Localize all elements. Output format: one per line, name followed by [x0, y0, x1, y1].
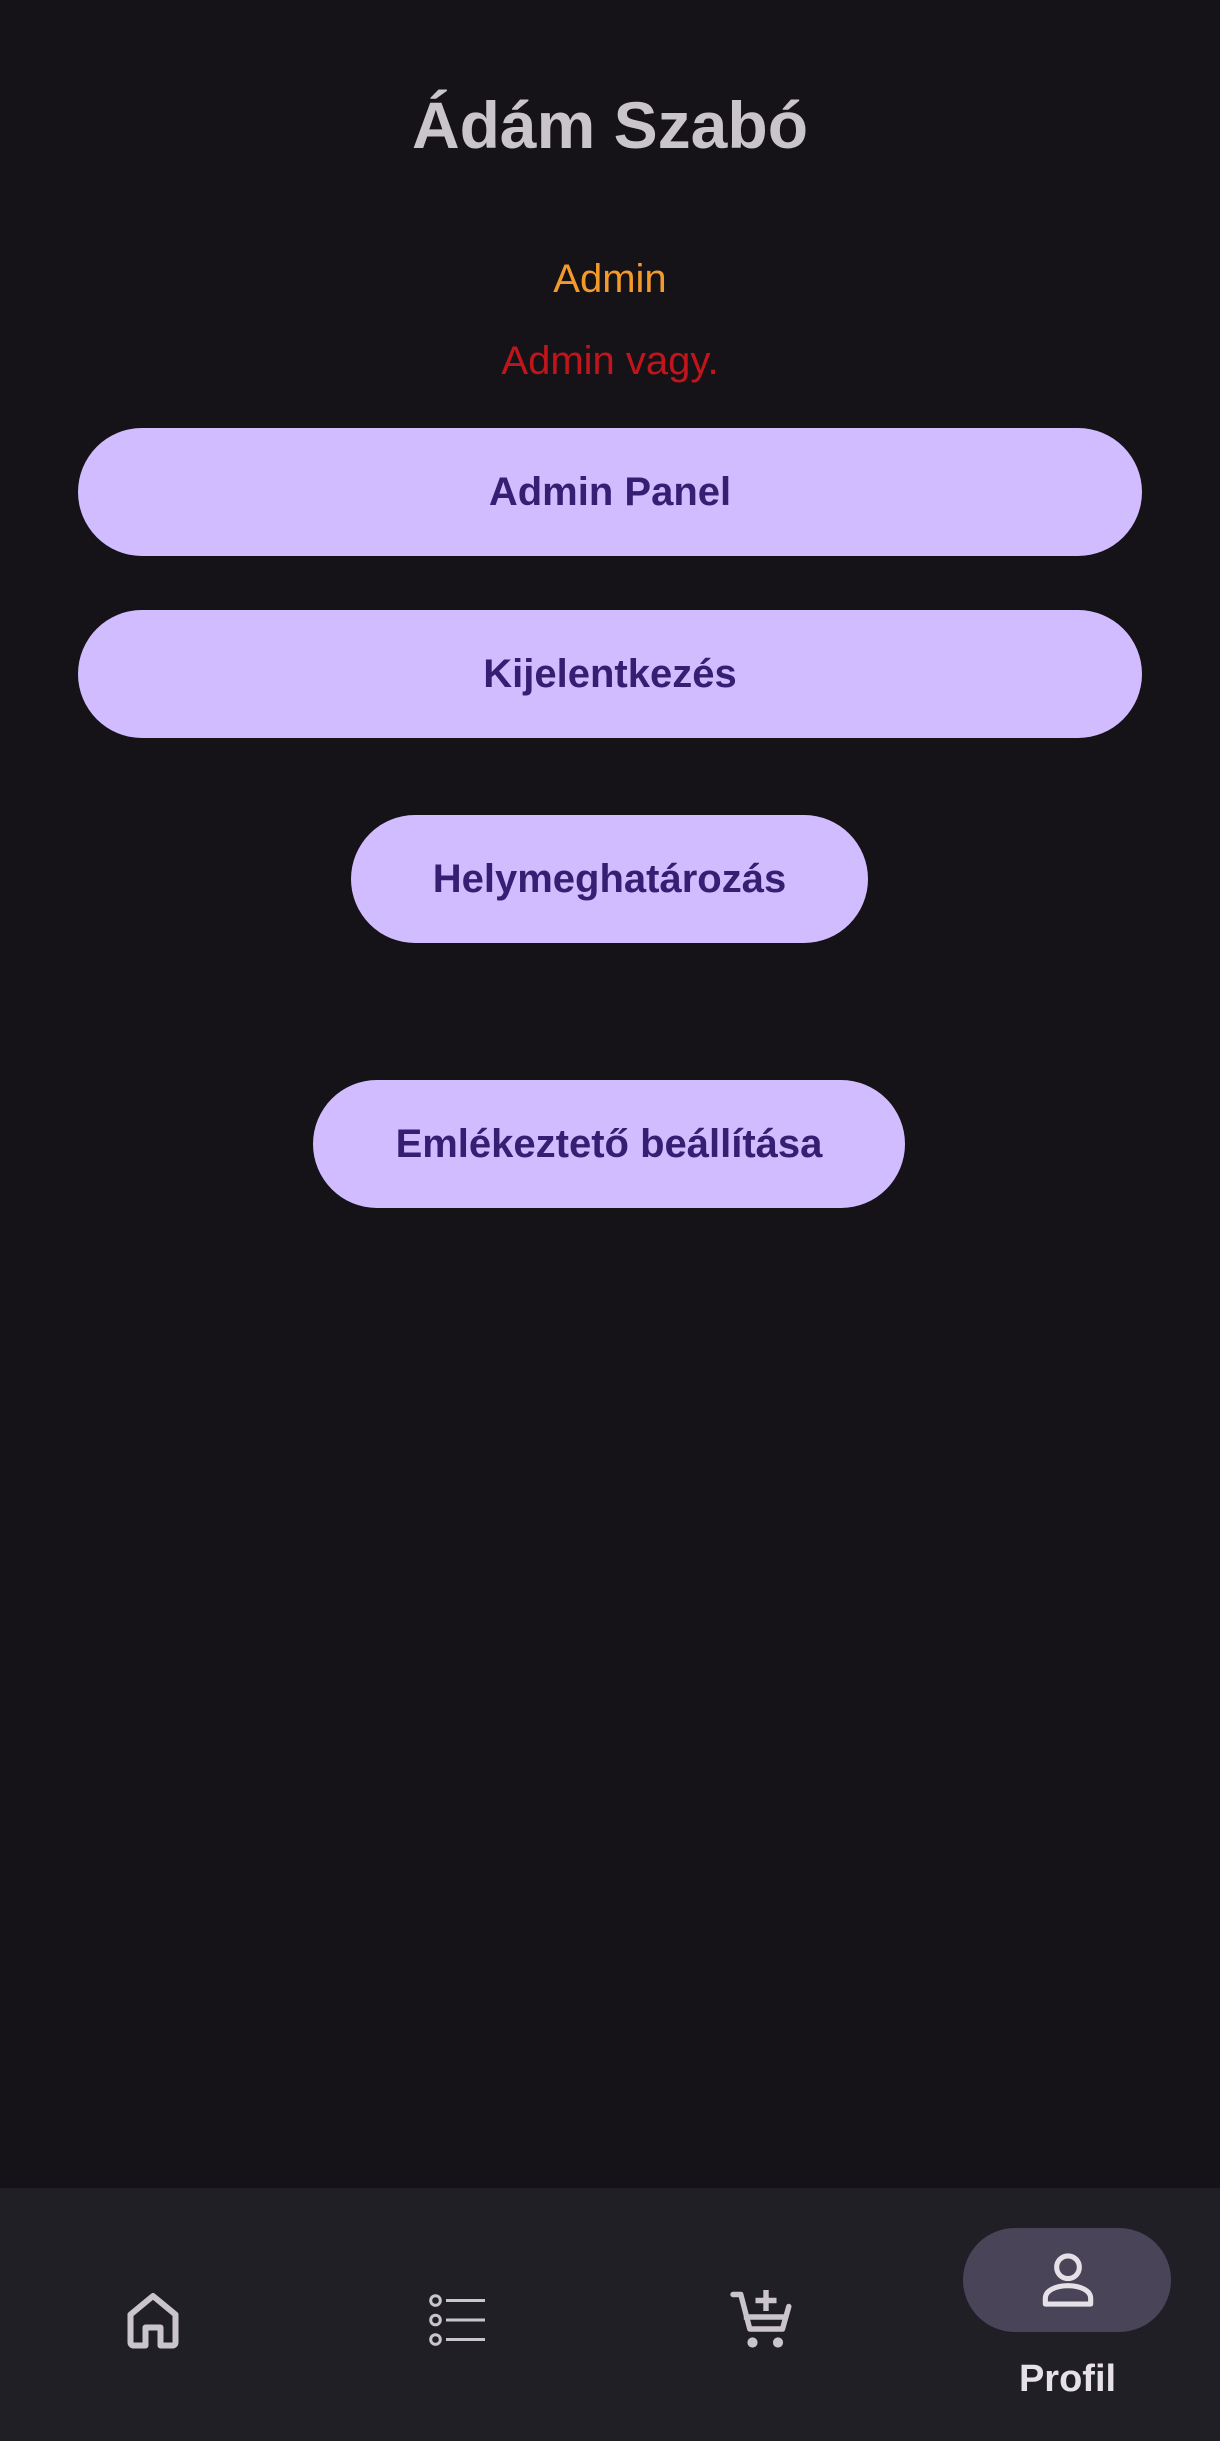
profile-name: Ádám Szabó	[411, 88, 809, 162]
set-reminder-button[interactable]: Emlékeztető beállítása	[313, 1080, 905, 1208]
nav-item-profile[interactable]: Profil	[915, 2188, 1220, 2441]
nav-item-list[interactable]	[305, 2188, 610, 2441]
admin-message: Admin vagy.	[501, 339, 719, 383]
nav-label-profile: Profil	[1018, 2358, 1117, 2400]
person-icon	[1042, 2253, 1093, 2307]
nav-item-add-to-cart[interactable]	[610, 2188, 915, 2441]
logout-button[interactable]: Kijelentkezés	[78, 610, 1142, 738]
logout-button-label: Kijelentkezés	[483, 651, 737, 696]
nav-item-home[interactable]	[0, 2188, 305, 2441]
user-role: Admin	[553, 257, 667, 301]
admin-panel-button-label: Admin Panel	[488, 469, 732, 514]
profile-screen: Ádám Szabó Admin Admin vagy. Admin Panel…	[0, 0, 1220, 2441]
bottom-navigation-bar: Profil	[0, 2188, 1220, 2441]
admin-panel-button[interactable]: Admin Panel	[78, 428, 1142, 556]
location-button-label: Helymeghatározás	[432, 856, 787, 901]
add-to-cart-icon	[729, 2290, 791, 2348]
set-reminder-button-label: Emlékeztető beállítása	[395, 1121, 823, 1166]
list-icon	[428, 2294, 485, 2346]
location-button[interactable]: Helymeghatározás	[351, 815, 868, 943]
home-icon	[127, 2293, 178, 2349]
